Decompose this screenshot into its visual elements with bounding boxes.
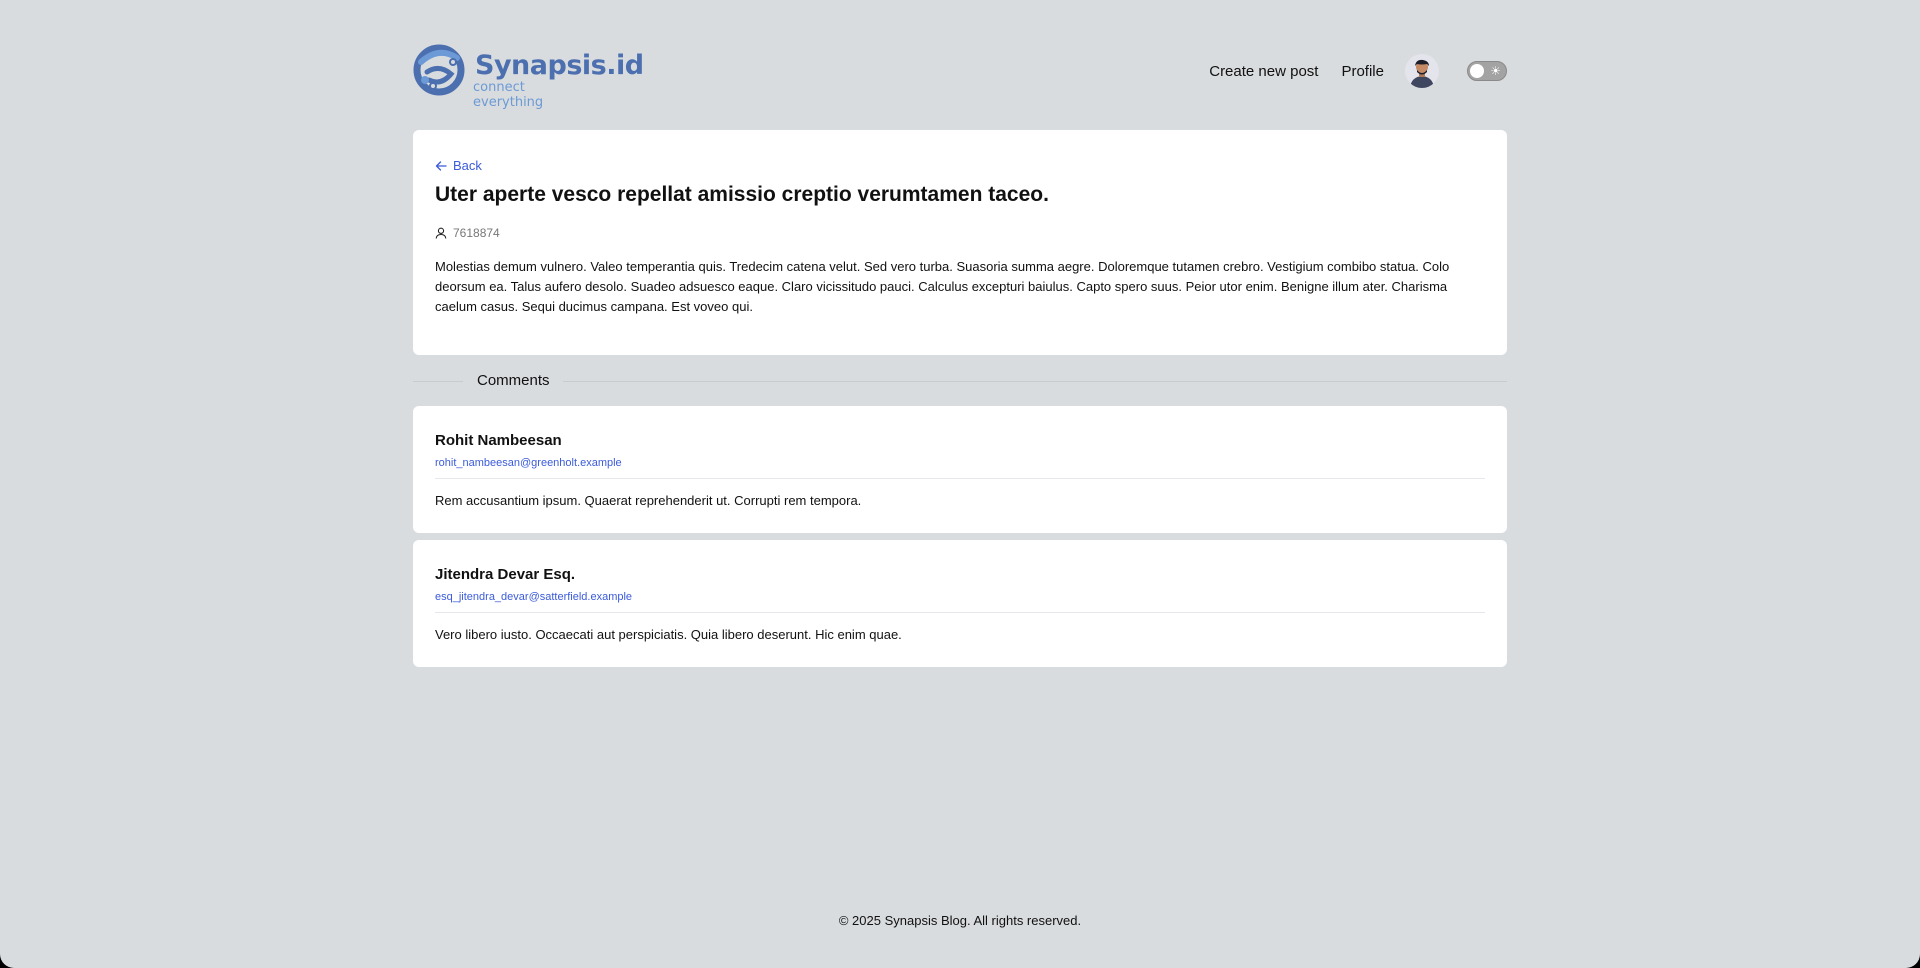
back-label: Back xyxy=(453,158,482,173)
comment-author-email[interactable]: rohit_nambeesan@greenholt.example xyxy=(435,457,622,469)
comment-body: Rem accusantium ipsum. Quaerat reprehend… xyxy=(435,493,862,508)
user-icon xyxy=(435,227,447,239)
user-avatar-icon xyxy=(1405,54,1439,88)
app-window: Synapsis.id connect everything Create ne… xyxy=(0,0,1920,968)
sun-icon: ☀ xyxy=(1490,64,1501,78)
post-title: Uter aperte vesco repellat amissio crept… xyxy=(435,183,1049,206)
post-author: 7618874 xyxy=(435,226,500,240)
comment-separator xyxy=(435,612,1485,613)
divider-line xyxy=(563,381,1507,382)
divider-line xyxy=(413,381,463,382)
comment-body: Vero libero iusto. Occaecati aut perspic… xyxy=(435,627,902,642)
back-link[interactable]: Back xyxy=(435,158,482,173)
comment-author-name: Jitendra Devar Esq. xyxy=(435,566,576,583)
profile-link[interactable]: Profile xyxy=(1341,63,1384,80)
site-logo[interactable]: Synapsis.id connect everything xyxy=(413,40,644,110)
logo-text: Synapsis.id xyxy=(475,50,644,81)
arrow-left-icon xyxy=(435,160,447,171)
comment-separator xyxy=(435,478,1485,479)
site-header: Synapsis.id connect everything Create ne… xyxy=(413,40,1507,110)
logo-tagline: connect everything xyxy=(473,80,544,110)
toggle-knob xyxy=(1470,64,1484,78)
comments-heading: Comments xyxy=(477,372,550,389)
comment-card: Jitendra Devar Esq. esq_jitendra_devar@s… xyxy=(413,540,1507,667)
comment-author-email[interactable]: esq_jitendra_devar@satterfield.example xyxy=(435,591,632,603)
logo-swirl-icon xyxy=(413,44,465,96)
post-body: Molestias demum vulnero. Valeo temperant… xyxy=(435,259,1450,314)
author-id: 7618874 xyxy=(453,226,500,240)
main-nav: Create new post Profile ☀ xyxy=(1209,54,1507,88)
avatar[interactable] xyxy=(1405,54,1439,88)
comment-card: Rohit Nambeesan rohit_nambeesan@greenhol… xyxy=(413,406,1507,533)
post-card: Back Uter aperte vesco repellat amissio … xyxy=(413,130,1507,355)
theme-toggle[interactable]: ☀ xyxy=(1467,61,1507,81)
site-footer: © 2025 Synapsis Blog. All rights reserve… xyxy=(838,913,1082,928)
comments-divider: Comments xyxy=(413,370,1507,392)
create-post-link[interactable]: Create new post xyxy=(1209,63,1318,80)
comment-author-name: Rohit Nambeesan xyxy=(435,432,562,449)
